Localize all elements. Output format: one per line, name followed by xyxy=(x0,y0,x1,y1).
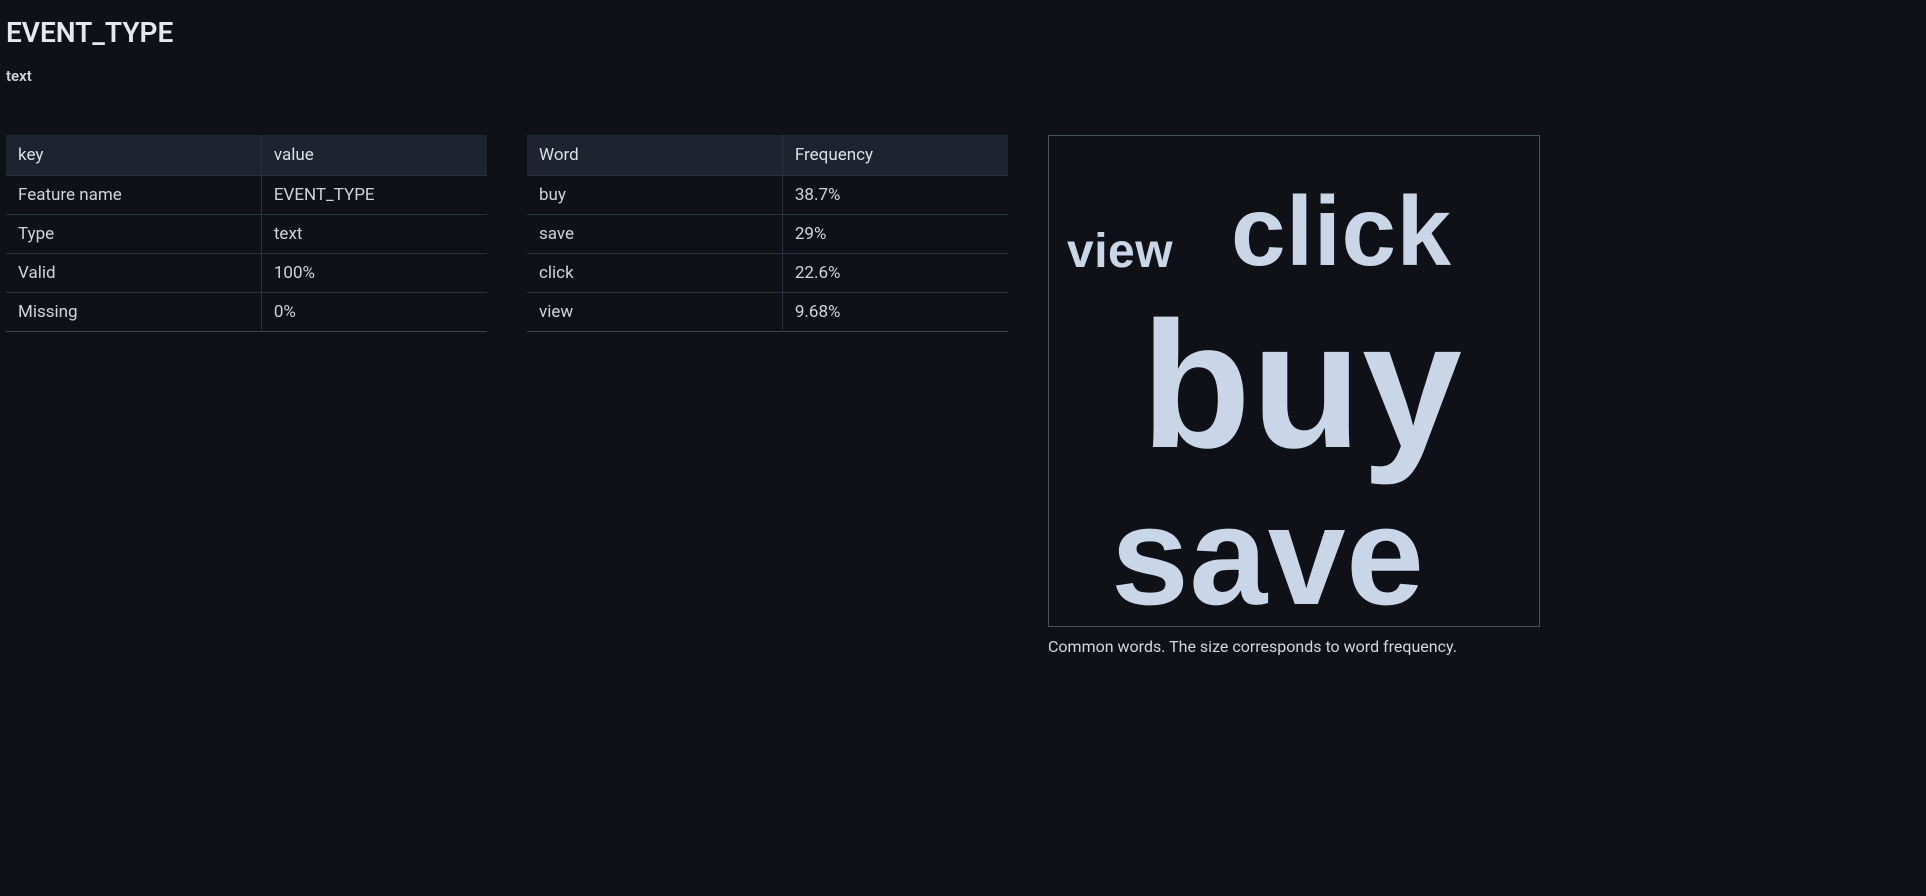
table-row: view 9.68% xyxy=(527,293,1008,332)
cloud-word-buy: buy xyxy=(1141,296,1463,476)
col-key: key xyxy=(6,135,261,176)
page-title: EVENT_TYPE xyxy=(6,16,1920,49)
col-freq: Frequency xyxy=(782,135,1008,176)
cell-freq: 29% xyxy=(782,215,1008,254)
cell-value: text xyxy=(261,215,487,254)
cloud-word-click: click xyxy=(1231,182,1451,280)
table-header-row: key value xyxy=(6,135,487,176)
cloud-word-save: save xyxy=(1111,486,1424,626)
cell-key: Missing xyxy=(6,293,261,332)
cell-key: Valid xyxy=(6,254,261,293)
table-row: buy 38.7% xyxy=(527,176,1008,215)
cell-word: buy xyxy=(527,176,782,215)
cell-value: 100% xyxy=(261,254,487,293)
table-row: Feature name EVENT_TYPE xyxy=(6,176,487,215)
cell-key: Type xyxy=(6,215,261,254)
cell-freq: 22.6% xyxy=(782,254,1008,293)
table-row: Type text xyxy=(6,215,487,254)
col-value: value xyxy=(261,135,487,176)
table-row: click 22.6% xyxy=(527,254,1008,293)
cell-value: 0% xyxy=(261,293,487,332)
cell-freq: 38.7% xyxy=(782,176,1008,215)
table-row: Valid 100% xyxy=(6,254,487,293)
word-frequency-table: Word Frequency buy 38.7% save 29% click … xyxy=(527,135,1008,332)
cell-key: Feature name xyxy=(6,176,261,215)
word-cloud-caption: Common words. The size corresponds to wo… xyxy=(1048,637,1540,656)
cell-word: save xyxy=(527,215,782,254)
feature-summary-table: key value Feature name EVENT_TYPE Type t… xyxy=(6,135,487,332)
feature-type-label: text xyxy=(6,67,1920,85)
cell-freq: 9.68% xyxy=(782,293,1008,332)
table-row: Missing 0% xyxy=(6,293,487,332)
table-header-row: Word Frequency xyxy=(527,135,1008,176)
table-row: save 29% xyxy=(527,215,1008,254)
word-cloud: view click buy save xyxy=(1048,135,1540,627)
col-word: Word xyxy=(527,135,782,176)
cell-value: EVENT_TYPE xyxy=(261,176,487,215)
cell-word: click xyxy=(527,254,782,293)
cell-word: view xyxy=(527,293,782,332)
cloud-word-view: view xyxy=(1067,228,1173,276)
